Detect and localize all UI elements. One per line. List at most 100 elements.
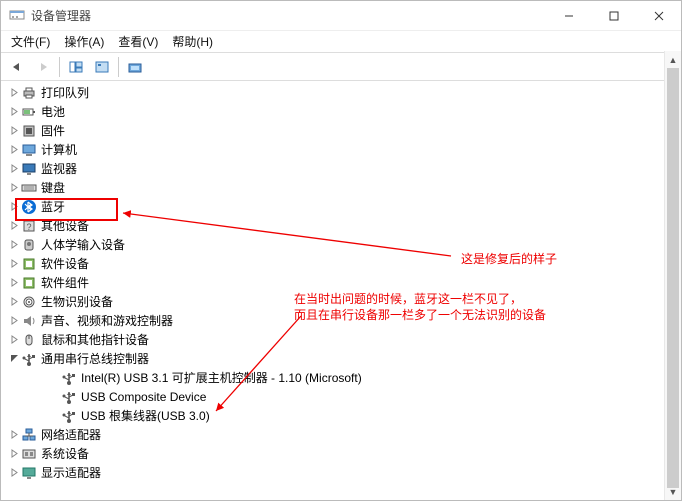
expand-icon[interactable] [7,259,21,268]
toolbar [1,53,681,81]
bluetooth-icon [21,199,37,215]
tree-node-label: 键盘 [41,179,65,196]
tree-node-label: USB Composite Device [81,390,206,404]
tree-node[interactable]: ? 其他设备 [1,216,681,235]
menu-action[interactable]: 操作(A) [58,31,110,52]
menu-view[interactable]: 查看(V) [112,31,164,52]
scroll-up-button[interactable]: ▲ [665,51,681,68]
nav-back-button[interactable] [5,55,29,79]
device-manager-window: 设备管理器 文件(F) 操作(A) 查看(V) 帮助(H) 打印队列电池固件计算… [0,0,682,501]
tree-node-label: 网络适配器 [41,426,101,443]
expand-icon[interactable] [7,164,21,173]
help-button[interactable] [90,55,114,79]
tree-node[interactable]: 蓝牙 [1,197,681,216]
audio-icon [21,313,37,329]
battery-icon [21,104,37,120]
expand-icon[interactable] [7,202,21,211]
monitor-icon [21,161,37,177]
tree-node-label: 系统设备 [41,445,89,462]
expand-icon[interactable] [7,126,21,135]
expand-icon[interactable] [7,221,21,230]
expand-icon[interactable] [7,145,21,154]
tree-node[interactable]: 声音、视频和游戏控制器 [1,311,681,330]
svg-text:?: ? [26,222,31,232]
usbdev-icon [61,370,77,386]
tree-node-label: 电池 [41,103,65,120]
minimize-button[interactable] [546,1,591,31]
toolbar-separator [59,57,60,77]
expand-icon[interactable] [7,278,21,287]
collapse-icon[interactable] [7,354,21,363]
system-icon [21,446,37,462]
tree-node-label: 人体学输入设备 [41,236,125,253]
tree-node-label: 软件组件 [41,274,89,291]
tree-node[interactable]: 鼠标和其他指针设备 [1,330,681,349]
close-button[interactable] [636,1,681,31]
tree-node[interactable]: 系统设备 [1,444,681,463]
vertical-scrollbar[interactable]: ▲ ▼ [664,51,681,500]
network-icon [21,427,37,443]
tree-node-label: 打印队列 [41,84,89,101]
tree-node-label: Intel(R) USB 3.1 可扩展主机控制器 - 1.10 (Micros… [81,369,362,386]
window-controls [546,1,681,31]
tree-node[interactable]: USB Composite Device [23,387,681,406]
show-hidden-button[interactable] [64,55,88,79]
tree-node-label: 显示适配器 [41,464,101,481]
menubar: 文件(F) 操作(A) 查看(V) 帮助(H) [1,31,681,53]
tree-node-label: 监视器 [41,160,77,177]
expand-icon[interactable] [7,468,21,477]
swdev-icon [21,256,37,272]
usb-icon [21,351,37,367]
tree-node[interactable]: USB 根集线器(USB 3.0) [23,406,681,425]
tree-node[interactable]: 通用串行总线控制器 [1,349,681,368]
menu-help[interactable]: 帮助(H) [166,31,219,52]
computer-icon [21,142,37,158]
biometric-icon [21,294,37,310]
firmware-icon [21,123,37,139]
tree-node-label: 鼠标和其他指针设备 [41,331,149,348]
tree-node-label: 通用串行总线控制器 [41,350,149,367]
expand-icon[interactable] [7,240,21,249]
scan-button[interactable] [123,55,147,79]
app-icon [9,8,25,24]
usbdev-icon [61,389,77,405]
tree-node-label: 其他设备 [41,217,89,234]
expand-icon[interactable] [7,297,21,306]
expand-icon[interactable] [7,430,21,439]
tree-node[interactable]: 键盘 [1,178,681,197]
expand-icon[interactable] [7,335,21,344]
nav-forward-button[interactable] [31,55,55,79]
tree-node[interactable]: 软件组件 [1,273,681,292]
tree-node[interactable]: 打印队列 [1,83,681,102]
expand-icon[interactable] [7,107,21,116]
tree-node[interactable]: 电池 [1,102,681,121]
expand-icon[interactable] [7,88,21,97]
expand-icon[interactable] [7,183,21,192]
tree-node-label: 固件 [41,122,65,139]
mouse-icon [21,332,37,348]
display-icon [21,465,37,481]
window-title: 设备管理器 [31,7,546,24]
device-tree[interactable]: 打印队列电池固件计算机监视器键盘蓝牙? 其他设备人体学输入设备软件设备软件组件生物… [1,81,681,500]
tree-node[interactable]: 计算机 [1,140,681,159]
keyboard-icon [21,180,37,196]
hid-icon [21,237,37,253]
expand-icon[interactable] [7,449,21,458]
tree-node[interactable]: 软件设备 [1,254,681,273]
swcomp-icon [21,275,37,291]
expand-icon[interactable] [7,316,21,325]
menu-file[interactable]: 文件(F) [5,31,56,52]
tree-node[interactable]: 生物识别设备 [1,292,681,311]
scroll-thumb[interactable] [667,68,679,488]
tree-node[interactable]: 显示适配器 [1,463,681,482]
tree-node[interactable]: Intel(R) USB 3.1 可扩展主机控制器 - 1.10 (Micros… [23,368,681,387]
titlebar: 设备管理器 [1,1,681,31]
tree-node-label: 计算机 [41,141,77,158]
tree-node[interactable]: 网络适配器 [1,425,681,444]
tree-node[interactable]: 固件 [1,121,681,140]
tree-node[interactable]: 人体学输入设备 [1,235,681,254]
tree-node[interactable]: 监视器 [1,159,681,178]
tree-node-label: 软件设备 [41,255,89,272]
maximize-button[interactable] [591,1,636,31]
toolbar-separator-2 [118,57,119,77]
